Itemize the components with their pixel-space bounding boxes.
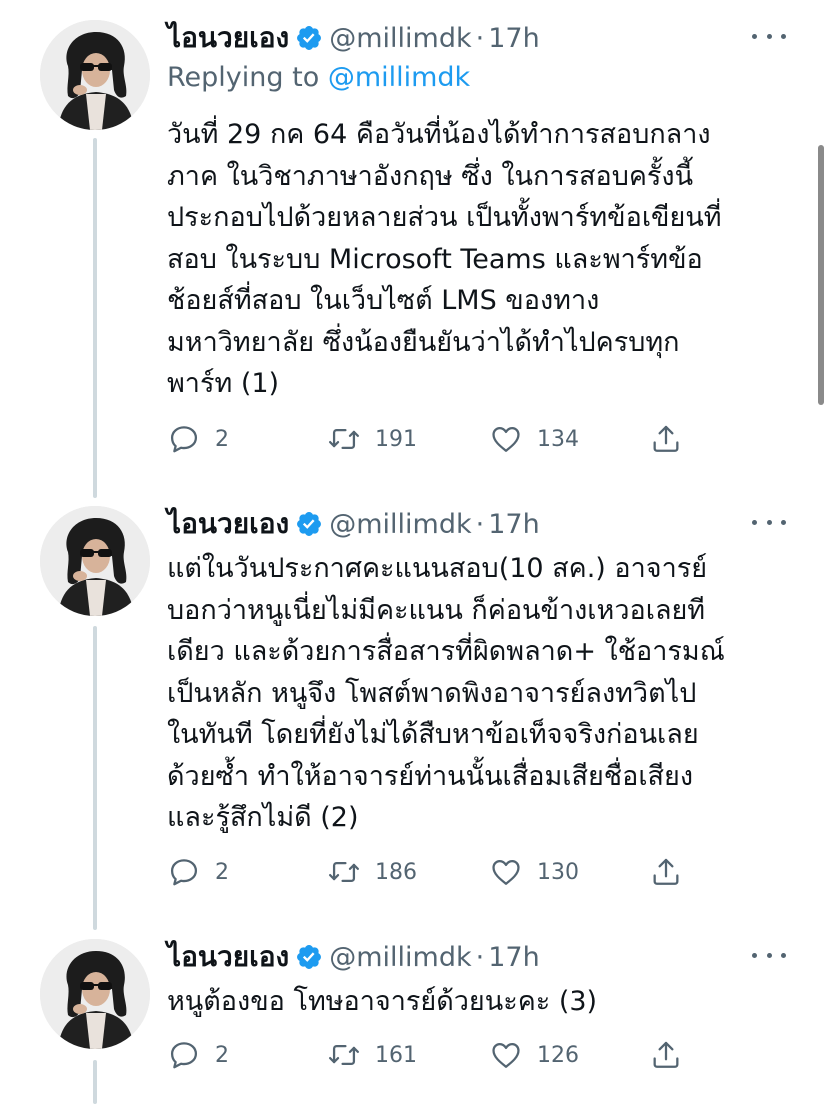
like-count: 126: [537, 1042, 579, 1068]
like-icon: [489, 1038, 523, 1072]
retweet-icon: [327, 855, 361, 889]
reply-button[interactable]: 2: [167, 419, 229, 459]
replying-to: Replying to @millimdk: [167, 62, 470, 93]
reply-count: 2: [215, 859, 229, 885]
share-button[interactable]: [649, 419, 683, 459]
separator: ·: [475, 508, 485, 540]
more-options-icon[interactable]: [752, 510, 786, 534]
verified-badge-icon: [295, 510, 323, 538]
tweet-text-line: และรู้สึกไม่ดี (2): [167, 802, 359, 833]
username[interactable]: @millimdk: [329, 942, 471, 973]
like-icon: [489, 855, 523, 889]
tweet-text-line: สอบ ในระบบ Microsoft Teams และพาร์ทข้อ: [167, 243, 703, 275]
share-button[interactable]: [649, 1035, 683, 1075]
reply-count: 2: [215, 1042, 229, 1068]
like-icon: [489, 422, 523, 456]
retweet-count: 191: [375, 426, 417, 452]
thread-line: [93, 138, 97, 498]
tweet-text: วันที่ 29 กค 64 คือวันที่น้องได้ทำการสอบ…: [167, 114, 787, 405]
like-count: 134: [537, 426, 579, 452]
display-name[interactable]: ไอนวยเอง: [167, 16, 289, 60]
like-button[interactable]: 130: [489, 852, 579, 892]
replying-to-mention[interactable]: @millimdk: [328, 62, 470, 93]
tweet-text-line: ช้อยส์ที่สอบ ในเว็บไซต์ LMS ของทาง: [167, 285, 600, 316]
retweet-count: 186: [375, 859, 417, 885]
tweet-text-line: พาร์ท (1): [167, 368, 280, 399]
replying-to-label: Replying to: [167, 62, 320, 93]
tweet-text-line: เป็นหลัก หนูจึง โพสต์พาดพิงอาจารย์ลงทวิต…: [167, 677, 697, 709]
retweet-button[interactable]: 161: [327, 1035, 417, 1075]
more-options-icon[interactable]: [752, 943, 786, 967]
tweet-text-line: เดียว และด้วยการสื่อสารที่ผิดพลาด+ ใช้อา…: [167, 636, 725, 667]
thread-line: [93, 626, 97, 930]
timestamp[interactable]: 17h: [488, 23, 539, 54]
reply-icon: [167, 855, 201, 889]
separator: ·: [475, 22, 485, 54]
verified-badge-icon: [295, 943, 323, 971]
like-button[interactable]: 134: [489, 419, 579, 459]
tweet-text: หนูต้องขอ โทษอาจารย์ด้วยนะคะ (3): [167, 981, 787, 1023]
share-icon: [649, 855, 683, 889]
tweet-actions: 2 191 134: [167, 419, 697, 459]
tweet-text-line: มหาวิทยาลัย ซึ่งน้องยืนยันว่าได้ทำไปครบท…: [167, 326, 680, 358]
tweet-header: ไอนวยเอง @millimdk · 17h: [167, 502, 540, 546]
share-button[interactable]: [649, 852, 683, 892]
share-icon: [649, 1038, 683, 1072]
timestamp[interactable]: 17h: [488, 942, 539, 973]
thread-line: [93, 1060, 97, 1104]
verified-badge-icon: [295, 24, 323, 52]
tweet-actions: 2 186 130: [167, 852, 697, 892]
tweet-text-line: หนูต้องขอ โทษอาจารย์ด้วยนะคะ (3): [167, 986, 598, 1017]
reply-icon: [167, 1038, 201, 1072]
tweet-text-line: แต่ในวันประกาศคะแนนสอบ(10 สค.) อาจารย์: [167, 553, 708, 584]
scrollbar[interactable]: [818, 145, 824, 405]
tweet-text-line: บอกว่าหนูเนี่ยไม่มีคะแนน ก็ค่อนข้างเหวอเ…: [167, 594, 706, 626]
reply-count: 2: [215, 426, 229, 452]
retweet-button[interactable]: 191: [327, 419, 417, 459]
avatar[interactable]: [40, 20, 150, 130]
like-button[interactable]: 126: [489, 1035, 579, 1075]
tweet-text-line: ในทันที โดยที่ยังไม่ได้สืบหาข้อเท็จจริงก…: [167, 719, 699, 750]
reply-button[interactable]: 2: [167, 1035, 229, 1075]
display-name[interactable]: ไอนวยเอง: [167, 502, 289, 546]
more-options-icon[interactable]: [752, 24, 786, 48]
tweet-text-line: ด้วยซ้ำ ทำให้อาจารย์ท่านนั้นเสื่อมเสียชื…: [167, 760, 694, 792]
tweet-text: แต่ในวันประกาศคะแนนสอบ(10 สค.) อาจารย์ บ…: [167, 548, 787, 839]
tweet-actions: 2 161 126: [167, 1035, 697, 1075]
display-name[interactable]: ไอนวยเอง: [167, 935, 289, 979]
retweet-icon: [327, 422, 361, 456]
reply-icon: [167, 422, 201, 456]
tweet-text-line: วันที่ 29 กค 64 คือวันที่น้องได้ทำการสอบ…: [167, 119, 711, 150]
tweet-header: ไอนวยเอง @millimdk · 17h: [167, 935, 540, 979]
avatar[interactable]: [40, 506, 150, 616]
reply-button[interactable]: 2: [167, 852, 229, 892]
retweet-count: 161: [375, 1042, 417, 1068]
tweet-text-line: ประกอบไปด้วยหลายส่วน เป็นทั้งพาร์ทข้อเขี…: [167, 202, 722, 233]
username[interactable]: @millimdk: [329, 509, 471, 540]
share-icon: [649, 422, 683, 456]
separator: ·: [475, 941, 485, 973]
timestamp[interactable]: 17h: [488, 509, 539, 540]
tweet-header: ไอนวยเอง @millimdk · 17h: [167, 16, 540, 60]
avatar[interactable]: [40, 939, 150, 1049]
like-count: 130: [537, 859, 579, 885]
tweet-text-line: ภาค ในวิชาภาษาอังกฤษ ซึ่ง ในการสอบครั้งน…: [167, 160, 694, 192]
retweet-icon: [327, 1038, 361, 1072]
retweet-button[interactable]: 186: [327, 852, 417, 892]
username[interactable]: @millimdk: [329, 23, 471, 54]
